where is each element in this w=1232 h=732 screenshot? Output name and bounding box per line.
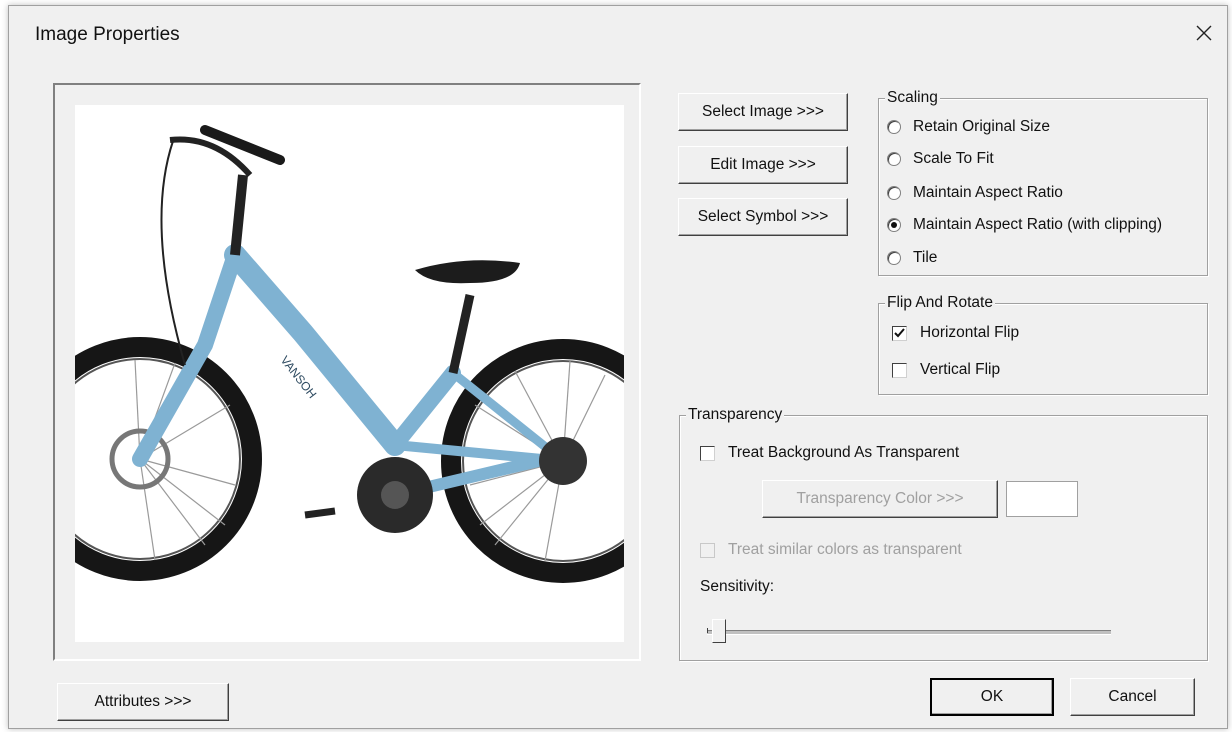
radio-label: Maintain Aspect Ratio (913, 184, 1063, 201)
radio-button[interactable] (887, 152, 901, 166)
select-symbol-button[interactable]: Select Symbol >>> (678, 198, 848, 236)
scaling-legend: Scaling (885, 89, 940, 107)
flip-rotate-group: Flip And Rotate Horizontal Flip Vertical… (878, 294, 1208, 395)
title-bar: Image Properties (9, 6, 1227, 60)
bicycle-image: VANSOH (75, 105, 624, 642)
radio-button[interactable] (887, 251, 901, 265)
radio-button[interactable] (887, 186, 901, 200)
flip-rotate-legend: Flip And Rotate (885, 294, 995, 312)
horizontal-flip-option[interactable]: Horizontal Flip (892, 324, 1019, 342)
select-image-button[interactable]: Select Image >>> (678, 93, 848, 131)
slider-tick (707, 628, 708, 633)
transparency-color-swatch[interactable] (1006, 481, 1078, 517)
attributes-button[interactable]: Attributes >>> (57, 683, 229, 721)
close-button[interactable] (1187, 16, 1221, 50)
treat-background-checkbox[interactable] (700, 445, 715, 461)
radio-button[interactable] (887, 218, 901, 232)
cancel-button[interactable]: Cancel (1070, 678, 1195, 716)
radio-label: Retain Original Size (913, 118, 1050, 135)
transparency-color-button[interactable]: Transparency Color >>> (762, 480, 998, 518)
image-preview-frame: VANSOH (53, 83, 641, 661)
close-icon (1196, 25, 1212, 41)
edit-image-button[interactable]: Edit Image >>> (678, 146, 848, 184)
horizontal-flip-label: Horizontal Flip (920, 324, 1020, 341)
treat-similar-colors-checkbox[interactable] (700, 542, 715, 558)
treat-background-label: Treat Background As Transparent (728, 444, 960, 461)
radio-label: Maintain Aspect Ratio (with clipping) (913, 216, 1162, 233)
vertical-flip-checkbox[interactable] (892, 362, 907, 378)
radio-maintain-aspect-ratio[interactable]: Maintain Aspect Ratio (887, 184, 1063, 202)
ok-button[interactable]: OK (930, 678, 1054, 716)
sensitivity-slider-track[interactable] (707, 630, 1111, 635)
radio-retain-original-size[interactable]: Retain Original Size (887, 118, 1050, 136)
dialog-title: Image Properties (35, 24, 180, 45)
image-properties-dialog: Image Properties VANSOH Select Image >>>… (8, 5, 1228, 729)
transparency-group: Transparency Treat Background As Transpa… (679, 406, 1208, 661)
radio-tile[interactable]: Tile (887, 249, 937, 267)
vertical-flip-label: Vertical Flip (920, 361, 1001, 378)
transparency-legend: Transparency (686, 406, 785, 424)
scaling-group: Scaling Retain Original Size Scale To Fi… (878, 89, 1208, 276)
radio-label: Scale To Fit (913, 150, 994, 167)
radio-label: Tile (913, 249, 938, 266)
treat-similar-colors-label: Treat similar colors as transparent (728, 541, 962, 558)
treat-background-transparent-option[interactable]: Treat Background As Transparent (700, 444, 959, 462)
sensitivity-slider-thumb[interactable] (712, 619, 727, 643)
horizontal-flip-checkbox[interactable] (892, 325, 907, 341)
vertical-flip-option[interactable]: Vertical Flip (892, 361, 1000, 379)
radio-scale-to-fit[interactable]: Scale To Fit (887, 150, 994, 168)
sensitivity-label: Sensitivity: (700, 578, 775, 595)
checkmark-icon (894, 327, 905, 337)
treat-similar-colors-option[interactable]: Treat similar colors as transparent (700, 541, 962, 559)
radio-button[interactable] (887, 120, 901, 134)
radio-maintain-aspect-ratio-clipping[interactable]: Maintain Aspect Ratio (with clipping) (887, 216, 1162, 234)
